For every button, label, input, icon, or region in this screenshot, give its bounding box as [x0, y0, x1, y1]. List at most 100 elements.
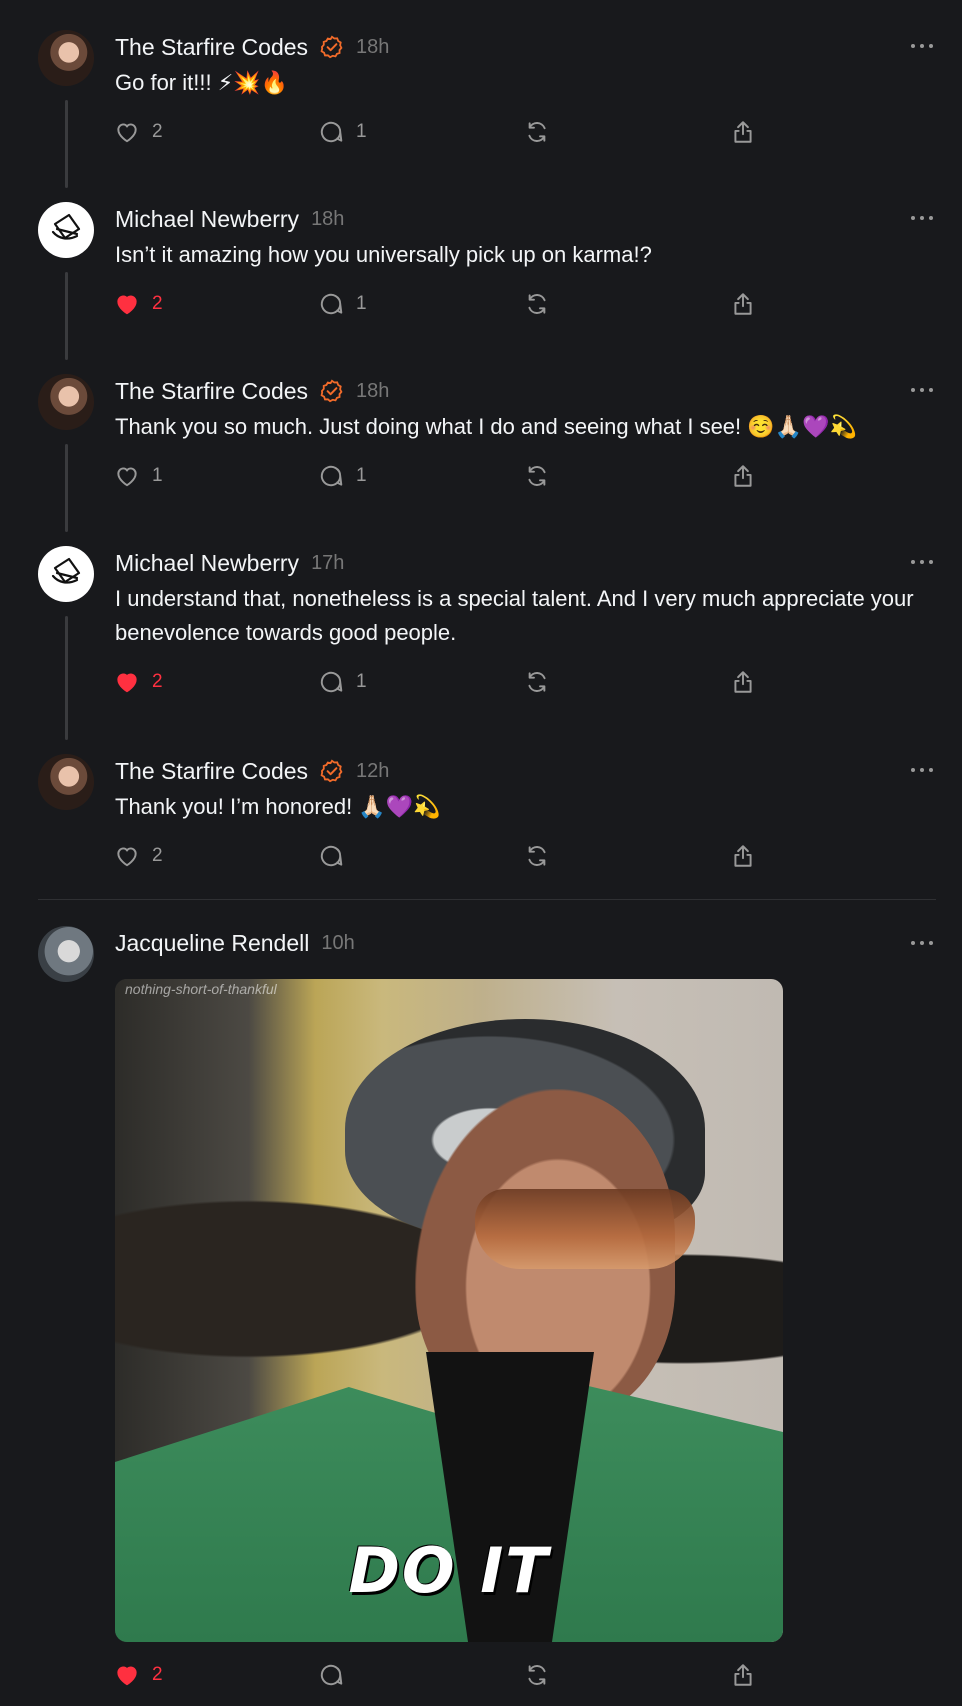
avatar[interactable]	[38, 202, 94, 258]
repost-icon	[528, 466, 546, 486]
share-icon	[734, 845, 752, 867]
post-header: The Starfire Codes 18h	[115, 376, 389, 406]
share-icon	[734, 671, 752, 693]
like-count: 2	[152, 121, 163, 142]
reply-button[interactable]: 1	[318, 461, 367, 491]
share-icon	[734, 293, 752, 315]
post-header: Michael Newberry 18h	[115, 204, 344, 234]
heart-icon	[117, 673, 137, 693]
like-count: 2	[152, 671, 163, 692]
author-name[interactable]: The Starfire Codes	[115, 34, 308, 61]
gif-watermark: nothing-short-of-thankful	[125, 981, 277, 997]
avatar[interactable]	[38, 374, 94, 430]
reply-button[interactable]	[318, 841, 344, 871]
more-icon[interactable]	[910, 940, 934, 946]
post-header: The Starfire Codes 18h	[115, 32, 389, 62]
reply-count: 1	[356, 293, 367, 314]
repost-icon	[528, 294, 546, 314]
like-count: 2	[152, 1664, 163, 1685]
heart-icon	[117, 467, 137, 487]
avatar[interactable]	[38, 926, 94, 982]
post-text: I understand that, nonetheless is a spec…	[115, 586, 914, 645]
like-button[interactable]: 2	[114, 117, 163, 147]
reply-button[interactable]: 1	[318, 117, 367, 147]
action-bar: 2 1	[0, 289, 962, 319]
repost-icon	[528, 122, 546, 142]
heart-icon	[117, 295, 137, 315]
avatar[interactable]	[38, 30, 94, 86]
action-bar: 1 1	[0, 461, 962, 491]
action-bar: 2 1	[0, 667, 962, 697]
share-button[interactable]	[730, 289, 756, 319]
like-button[interactable]: 2	[114, 1660, 163, 1690]
thread-divider	[38, 899, 936, 900]
like-button[interactable]: 1	[114, 461, 163, 491]
verified-badge-icon	[320, 379, 343, 403]
like-count: 2	[152, 845, 163, 866]
repost-button[interactable]	[524, 117, 550, 147]
avatar[interactable]	[38, 754, 94, 810]
more-icon[interactable]	[910, 43, 934, 49]
post-text: Thank you so much. Just doing what I do …	[115, 414, 857, 439]
avatar-logo-icon	[51, 213, 81, 240]
reply-button[interactable]	[318, 1660, 344, 1690]
action-bar: 2 1	[0, 117, 962, 147]
share-button[interactable]	[730, 841, 756, 871]
like-button[interactable]: 2	[114, 667, 163, 697]
timestamp: 17h	[311, 551, 345, 574]
post-text: Thank you! I’m honored! 🙏🏻💜💫	[115, 794, 441, 819]
like-button[interactable]: 2	[114, 841, 163, 871]
comment-icon	[320, 465, 343, 487]
more-icon[interactable]	[910, 387, 934, 393]
post-header: The Starfire Codes 12h	[115, 756, 389, 786]
reply-button[interactable]: 1	[318, 667, 367, 697]
repost-button[interactable]	[524, 289, 550, 319]
avatar[interactable]	[38, 546, 94, 602]
author-name[interactable]: The Starfire Codes	[115, 758, 308, 785]
reply-count: 1	[356, 465, 367, 486]
more-icon[interactable]	[910, 767, 934, 773]
share-button[interactable]	[730, 1660, 756, 1690]
share-icon	[734, 465, 752, 487]
like-count: 2	[152, 293, 163, 314]
verified-badge-icon	[320, 759, 343, 783]
repost-icon	[528, 1665, 546, 1685]
author-name[interactable]: Jacqueline Rendell	[115, 930, 309, 957]
repost-button[interactable]	[524, 667, 550, 697]
repost-button[interactable]	[524, 841, 550, 871]
share-icon	[734, 121, 752, 143]
author-name[interactable]: Michael Newberry	[115, 206, 299, 233]
heart-icon	[117, 847, 137, 867]
timestamp: 10h	[321, 931, 355, 954]
comment-icon	[320, 845, 343, 867]
author-name[interactable]: Michael Newberry	[115, 550, 299, 577]
action-bar: 2	[0, 1660, 962, 1690]
gif-sunglasses	[475, 1189, 695, 1269]
share-button[interactable]	[730, 117, 756, 147]
heart-icon	[117, 123, 137, 143]
timestamp: 18h	[356, 379, 390, 402]
repost-button[interactable]	[524, 1660, 550, 1690]
more-icon[interactable]	[910, 559, 934, 565]
comment-icon	[320, 671, 343, 693]
repost-button[interactable]	[524, 461, 550, 491]
comment-icon	[320, 1664, 343, 1686]
heart-icon	[117, 1666, 137, 1686]
timestamp: 12h	[356, 759, 390, 782]
reply-count: 1	[356, 121, 367, 142]
post-header: Michael Newberry 17h	[115, 548, 344, 578]
post-text: Isn’t it amazing how you universally pic…	[115, 242, 652, 267]
share-button[interactable]	[730, 461, 756, 491]
timestamp: 18h	[311, 207, 345, 230]
timestamp: 18h	[356, 35, 390, 58]
author-name[interactable]: The Starfire Codes	[115, 378, 308, 405]
avatar-logo-icon	[51, 557, 81, 584]
share-button[interactable]	[730, 667, 756, 697]
comment-icon	[320, 121, 343, 143]
reply-button[interactable]: 1	[318, 289, 367, 319]
more-icon[interactable]	[910, 215, 934, 221]
like-button[interactable]: 2	[114, 289, 163, 319]
gif-caption: DO IT	[348, 1534, 550, 1607]
gif-media[interactable]: nothing-short-of-thankful DO IT	[115, 979, 783, 1642]
post-header: Jacqueline Rendell 10h	[115, 928, 355, 958]
